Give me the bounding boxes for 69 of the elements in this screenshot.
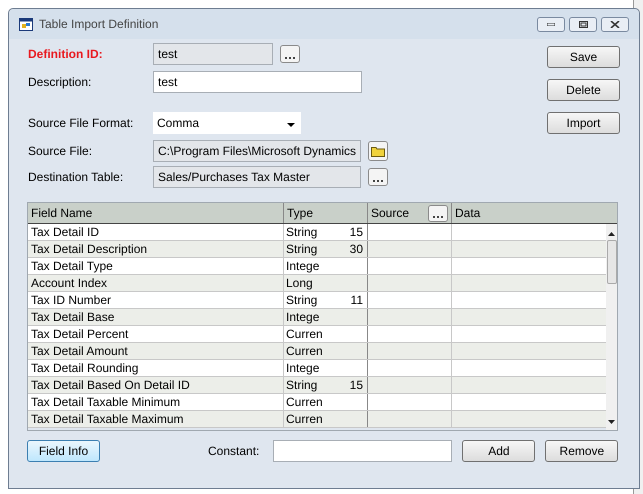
source-file-field[interactable]: C:\Program Files\Microsoft Dynamics — [153, 140, 361, 162]
table-cell: Tax Detail Description — [28, 241, 284, 257]
table-cell: Tax Detail Base — [28, 309, 284, 325]
folder-icon — [371, 146, 385, 156]
table-cell-text: Intege — [285, 360, 320, 376]
table-cell: Tax Detail Amount — [28, 343, 284, 359]
action-button[interactable]: Import — [547, 112, 620, 134]
table-cell: Tax Detail Rounding — [28, 360, 284, 376]
dropdown-value: Comma — [157, 115, 200, 132]
table-cell-text: Long — [285, 275, 314, 291]
action-button[interactable]: Add — [462, 440, 536, 462]
table-cell: Tax ID Number — [28, 292, 284, 308]
maximize-icon — [578, 20, 588, 28]
table-cell-text: String — [285, 377, 318, 393]
close-button[interactable] — [601, 16, 629, 32]
minimize-button[interactable] — [537, 16, 565, 32]
table-cell: Tax Detail Taxable Maximum — [28, 411, 284, 427]
lookup-button[interactable] — [280, 45, 300, 63]
description-field[interactable]: test — [153, 71, 362, 93]
minimize-icon — [547, 22, 555, 26]
id-field[interactable]: test — [153, 43, 273, 65]
app-icon — [19, 18, 33, 30]
scroll-down-icon — [608, 420, 616, 424]
browse-button[interactable] — [368, 141, 388, 161]
table-cell: Tax Detail Type — [28, 258, 284, 274]
column-header[interactable]: Type — [287, 204, 314, 222]
window-title: Table Import Definition — [39, 16, 158, 33]
lookup-button[interactable] — [428, 204, 448, 222]
table-cell-text: String — [285, 241, 318, 257]
table-cell-text: Intege — [285, 309, 320, 325]
table-cell-text: 30 — [350, 241, 364, 257]
table-cell-text: String — [285, 224, 318, 240]
lookup-button[interactable] — [368, 168, 388, 186]
field-label: Source File: — [28, 143, 94, 160]
destination-table-field[interactable]: Sales/Purchases Tax Master — [153, 166, 361, 188]
scroll-thumb[interactable] — [606, 240, 617, 284]
table-cell: Tax Detail Based On Detail ID — [28, 377, 284, 393]
scrollbar[interactable] — [606, 224, 617, 430]
table-cell-text: String — [285, 292, 318, 308]
table-cell: Tax Detail Taxable Minimum — [28, 394, 284, 410]
field-label: Source File Format: — [28, 115, 134, 132]
constant-label: Constant: — [208, 443, 260, 460]
table-cell: Account Index — [28, 275, 284, 291]
caret-icon — [287, 123, 295, 127]
table-cell: Tax Detail ID — [28, 224, 284, 240]
scroll-up-icon — [608, 232, 616, 236]
maximize-button[interactable] — [569, 16, 597, 32]
action-button[interactable]: Save — [547, 46, 620, 68]
table-cell-text: Intege — [285, 258, 320, 274]
constant-field[interactable] — [273, 440, 452, 462]
field-label: Description: — [28, 74, 92, 91]
action-button[interactable]: Remove — [545, 440, 618, 462]
column-header[interactable]: Data — [455, 204, 480, 222]
column-header[interactable]: Field Name — [31, 204, 92, 222]
table-cell-text: 15 — [350, 377, 364, 393]
table-cell: Tax Detail Percent — [28, 326, 284, 342]
field-label: Destination Table: — [28, 169, 124, 186]
table-cell-text: Curren — [285, 411, 324, 427]
table-cell-text: 11 — [350, 292, 364, 308]
field-info-button[interactable]: Field Info — [27, 440, 100, 462]
close-icon — [610, 20, 620, 28]
action-button[interactable]: Delete — [547, 79, 620, 101]
table-cell-text: Curren — [285, 343, 324, 359]
format-dropdown[interactable]: Comma — [153, 112, 301, 134]
field-label: Definition ID: — [28, 46, 104, 63]
table-cell-text: Curren — [285, 326, 324, 342]
table-cell-text: Curren — [285, 394, 324, 410]
table-cell-text: 15 — [350, 224, 364, 240]
column-header[interactable]: Source — [371, 204, 410, 222]
